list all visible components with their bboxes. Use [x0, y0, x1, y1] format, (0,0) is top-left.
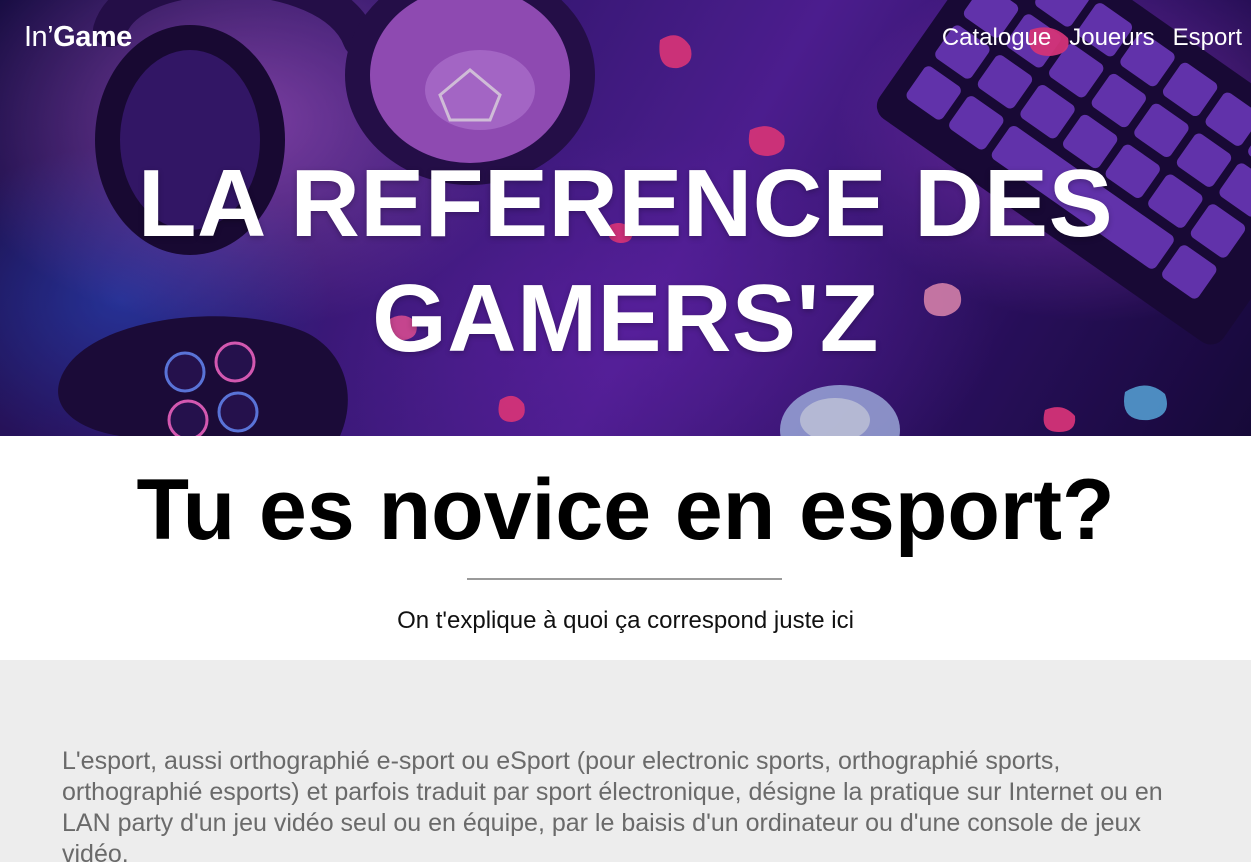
hero-banner: In’Game Catalogue Joueurs Esport LA REFE…: [0, 0, 1251, 436]
intro-section: Tu es novice en esport? On t'explique à …: [0, 436, 1251, 660]
esport-definition-paragraph: L'esport, aussi orthographié e-sport ou …: [62, 747, 1163, 862]
logo-bold-text: Game: [53, 21, 132, 53]
hero-title: LA REFERENCE DES GAMERS'Z: [137, 150, 1114, 372]
logo-prefix: In’: [24, 21, 54, 53]
intro-subtitle: On t'explique à quoi ça correspond juste…: [397, 607, 854, 634]
nav-link-joueurs[interactable]: Joueurs: [1069, 23, 1154, 53]
site-logo[interactable]: In’Game: [24, 20, 132, 54]
nav-link-catalogue[interactable]: Catalogue: [942, 23, 1051, 53]
intro-divider: [467, 578, 782, 580]
nav-link-esport[interactable]: Esport: [1173, 23, 1242, 53]
intro-heading: Tu es novice en esport?: [136, 462, 1115, 558]
content-section: L'esport, aussi orthographié e-sport ou …: [0, 660, 1251, 862]
main-nav: Catalogue Joueurs Esport: [942, 23, 1242, 53]
